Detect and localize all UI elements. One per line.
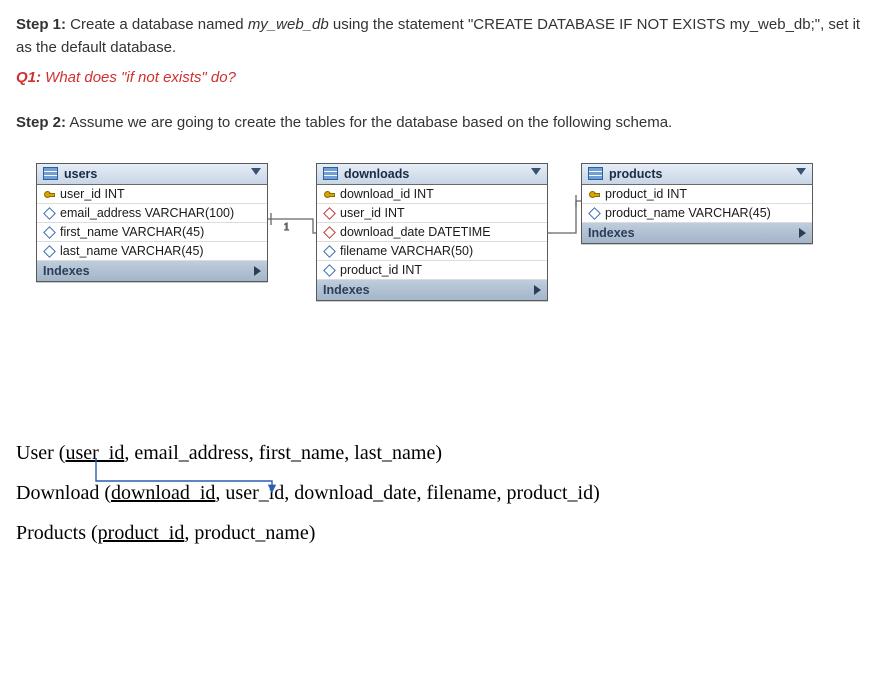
indexes-label: Indexes <box>588 226 635 240</box>
table-icon <box>323 167 338 180</box>
table-icon <box>43 167 58 180</box>
column-text: product_id INT <box>340 263 422 277</box>
column-row: product_id INT <box>582 185 812 204</box>
rel-key: user_id <box>65 442 124 464</box>
chevron-right-icon <box>534 285 541 295</box>
chevron-right-icon <box>254 266 261 276</box>
step1-paragraph: Step 1: Create a database named my_web_d… <box>16 14 865 59</box>
column-text: last_name VARCHAR(45) <box>60 244 204 258</box>
svg-text:1: 1 <box>284 222 289 233</box>
column-row: user_id INT <box>37 185 267 204</box>
step1-text-a: Create a database named <box>66 16 248 33</box>
rel-text: User ( <box>16 442 65 464</box>
relation-user: User (user_id, email_address, first_name… <box>16 433 865 473</box>
entity-products: products product_id INT product_name VAR… <box>581 163 813 244</box>
key-icon <box>588 188 600 200</box>
key-icon <box>43 188 55 200</box>
entity-products-header[interactable]: products <box>582 164 812 185</box>
rel-text: Products ( <box>16 522 98 544</box>
diamond-icon <box>323 207 335 219</box>
column-text: first_name VARCHAR(45) <box>60 225 204 239</box>
step2-label: Step 2: <box>16 114 66 131</box>
column-text: filename VARCHAR(50) <box>340 244 473 258</box>
relation-products: Products (product_id, product_name) <box>16 513 865 553</box>
column-row: filename VARCHAR(50) <box>317 242 547 261</box>
column-row: download_id INT <box>317 185 547 204</box>
rel-key: product_id <box>98 522 185 544</box>
diamond-icon <box>323 245 335 257</box>
rel-text: , product_name) <box>184 522 315 544</box>
column-text: email_address VARCHAR(100) <box>60 206 234 220</box>
step2-text: Assume we are going to create the tables… <box>66 114 672 131</box>
diamond-icon <box>588 207 600 219</box>
chevron-right-icon <box>799 228 806 238</box>
chevron-down-icon <box>251 168 261 175</box>
diamond-icon <box>323 226 335 238</box>
q1-label: Q1: <box>16 69 41 86</box>
rel-text: Download ( <box>16 482 111 504</box>
indexes-label: Indexes <box>323 283 370 297</box>
entity-indexes-footer[interactable]: Indexes <box>582 223 812 243</box>
column-row: user_id INT <box>317 204 547 223</box>
relation-download: Download (download_id, user_id, download… <box>16 473 865 513</box>
q1-text: What does "if not exists" do? <box>41 69 236 86</box>
diamond-icon <box>43 226 55 238</box>
entity-products-title: products <box>609 167 662 181</box>
rel-key: download_id <box>111 482 215 504</box>
diamond-icon <box>43 245 55 257</box>
step2-paragraph: Step 2: Assume we are going to create th… <box>16 112 865 135</box>
entity-indexes-footer[interactable]: Indexes <box>317 280 547 300</box>
column-row: last_name VARCHAR(45) <box>37 242 267 261</box>
rel-text: , user_id, download_date, filename, prod… <box>215 482 599 504</box>
q1-paragraph: Q1: What does "if not exists" do? <box>16 69 865 86</box>
indexes-label: Indexes <box>43 264 90 278</box>
entity-users-header[interactable]: users <box>37 164 267 185</box>
diamond-icon <box>323 264 335 276</box>
column-text: user_id INT <box>60 187 125 201</box>
entity-downloads-title: downloads <box>344 167 409 181</box>
column-row: product_name VARCHAR(45) <box>582 204 812 223</box>
relational-notation: User (user_id, email_address, first_name… <box>16 433 865 553</box>
step1-dbname: my_web_db <box>248 16 329 33</box>
table-icon <box>588 167 603 180</box>
entity-downloads: downloads download_id INT user_id INT do… <box>316 163 548 301</box>
column-text: user_id INT <box>340 206 405 220</box>
key-icon <box>323 188 335 200</box>
column-row: first_name VARCHAR(45) <box>37 223 267 242</box>
column-row: product_id INT <box>317 261 547 280</box>
column-text: download_date DATETIME <box>340 225 491 239</box>
entity-users: users user_id INT email_address VARCHAR(… <box>36 163 268 282</box>
schema-diagram: 1 users user_id INT email_address VARCHA… <box>16 153 865 413</box>
diamond-icon <box>43 207 55 219</box>
entity-downloads-header[interactable]: downloads <box>317 164 547 185</box>
column-text: download_id INT <box>340 187 434 201</box>
step1-label: Step 1: <box>16 16 66 33</box>
column-text: product_name VARCHAR(45) <box>605 206 771 220</box>
column-row: email_address VARCHAR(100) <box>37 204 267 223</box>
entity-users-title: users <box>64 167 97 181</box>
column-row: download_date DATETIME <box>317 223 547 242</box>
chevron-down-icon <box>531 168 541 175</box>
rel-text: , email_address, first_name, last_name) <box>124 442 442 464</box>
chevron-down-icon <box>796 168 806 175</box>
entity-indexes-footer[interactable]: Indexes <box>37 261 267 281</box>
column-text: product_id INT <box>605 187 687 201</box>
